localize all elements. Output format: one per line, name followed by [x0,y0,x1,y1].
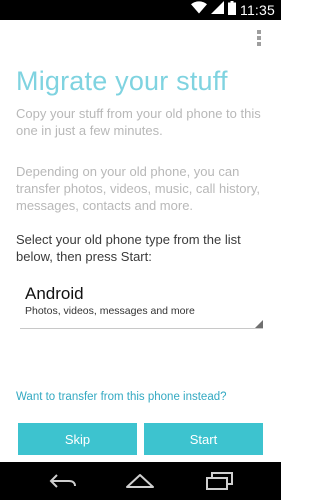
signal-icon [211,1,224,19]
phone-type-description: Photos, videos, messages and more [25,305,195,317]
recent-apps-icon[interactable] [204,469,234,493]
intro-text: Copy your stuff from your old phone to t… [16,106,261,138]
phone-type-dropdown[interactable]: Android Photos, videos, messages and mor… [20,280,263,329]
back-icon[interactable] [48,469,78,493]
home-icon[interactable] [124,469,156,493]
wifi-icon [191,1,207,19]
details-text: Depending on your old phone, you can tra… [16,164,260,213]
start-button[interactable]: Start [144,423,263,455]
battery-icon [228,0,236,20]
phone-type-selected: Android [25,284,84,303]
transfer-from-this-phone-link[interactable]: Want to transfer from this phone instead… [16,391,227,403]
overflow-menu-icon[interactable] [255,30,263,46]
status-icons: 11:35 [191,0,275,20]
status-bar: 11:35 [0,0,281,20]
instruction-text: Select your old phone type from the list… [16,232,241,264]
dropdown-arrow-icon [255,320,263,328]
navigation-bar [0,462,281,500]
skip-button[interactable]: Skip [18,423,137,455]
page-title: Migrate your stuff [16,66,228,96]
status-time: 11:35 [240,2,275,18]
